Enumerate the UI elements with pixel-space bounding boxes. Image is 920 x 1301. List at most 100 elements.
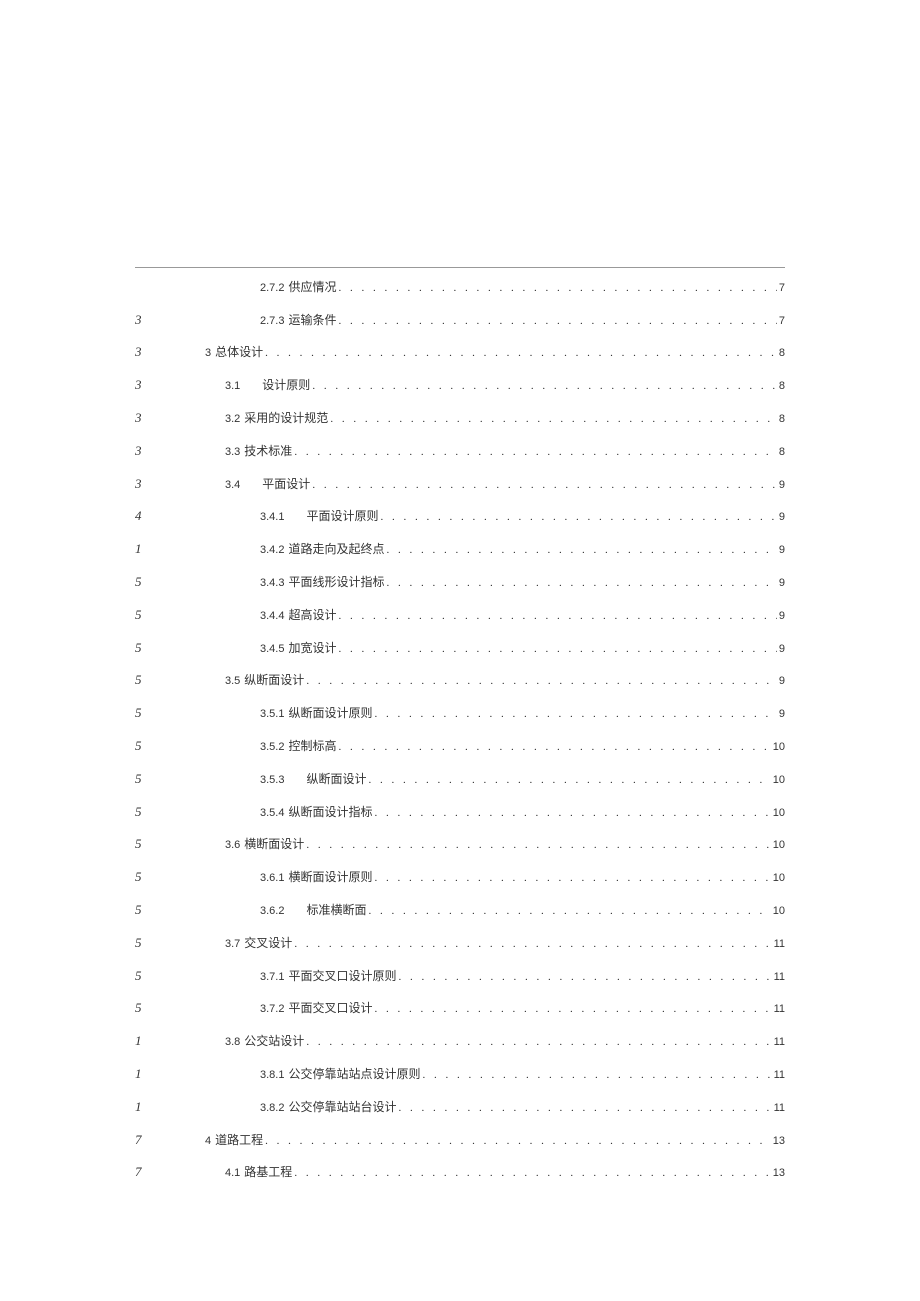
toc-section-title: 纵断面设计 <box>306 770 366 789</box>
toc-section-number: 3.4.2 <box>260 542 284 560</box>
toc-page-number: 8 <box>777 378 785 396</box>
toc-left-number: 1 <box>135 1031 185 1052</box>
toc-row: 53.5.4纵断面设计指标. . . . . . . . . . . . . .… <box>135 802 785 823</box>
toc-page-number: 11 <box>772 1034 785 1052</box>
toc-left-number: 1 <box>135 1097 185 1118</box>
toc-row: 53.5.1纵断面设计原则. . . . . . . . . . . . . .… <box>135 703 785 724</box>
toc-leader-dots: . . . . . . . . . . . . . . . . . . . . … <box>263 1133 771 1151</box>
toc-entry: 3总体设计. . . . . . . . . . . . . . . . . .… <box>185 343 785 363</box>
toc-left-number: 5 <box>135 638 185 659</box>
toc-page-number: 9 <box>777 706 785 724</box>
toc-section-title: 标准横断面 <box>306 901 366 920</box>
toc-left-number: 3 <box>135 408 185 429</box>
toc-section-title: 交叉设计 <box>244 934 292 953</box>
toc-page-number: 10 <box>771 739 785 757</box>
toc-leader-dots: . . . . . . . . . . . . . . . . . . . . … <box>292 444 777 462</box>
toc-left-number: 5 <box>135 670 185 691</box>
toc-section-number: 3 <box>205 345 211 363</box>
toc-entry: 4.1路基工程. . . . . . . . . . . . . . . . .… <box>185 1163 785 1183</box>
toc-section-title: 运输条件 <box>288 311 336 330</box>
toc-entry: 3.4.3平面线形设计指标. . . . . . . . . . . . . .… <box>185 573 785 593</box>
toc-leader-dots: . . . . . . . . . . . . . . . . . . . . … <box>420 1067 771 1085</box>
toc-page-number: 11 <box>772 969 785 987</box>
toc-entry: 3.5.3纵断面设计. . . . . . . . . . . . . . . … <box>185 770 785 790</box>
toc-page-number: 9 <box>777 673 785 691</box>
toc-row: 53.7交叉设计. . . . . . . . . . . . . . . . … <box>135 933 785 954</box>
toc-entry: 3.5纵断面设计. . . . . . . . . . . . . . . . … <box>185 671 785 691</box>
toc-row: 53.6.2标准横断面. . . . . . . . . . . . . . .… <box>135 900 785 921</box>
toc-section-title: 平面线形设计指标 <box>288 573 384 592</box>
toc-section-title: 公交停靠站站点设计原则 <box>288 1065 420 1084</box>
toc-row: 53.4.5加宽设计. . . . . . . . . . . . . . . … <box>135 638 785 659</box>
toc-section-title: 道路工程 <box>215 1131 263 1150</box>
toc-row: 32.7.3运输条件. . . . . . . . . . . . . . . … <box>135 310 785 331</box>
toc-left-number: 1 <box>135 1064 185 1085</box>
toc-row: 53.5.3纵断面设计. . . . . . . . . . . . . . .… <box>135 769 785 790</box>
toc-entry: 3.5.4纵断面设计指标. . . . . . . . . . . . . . … <box>185 803 785 823</box>
toc-page-number: 10 <box>771 903 785 921</box>
toc-row: 33.2采用的设计规范. . . . . . . . . . . . . . .… <box>135 408 785 429</box>
toc-section-number: 2.7.2 <box>260 280 284 298</box>
toc-left-number: 5 <box>135 572 185 593</box>
toc-entry: 3.7交叉设计. . . . . . . . . . . . . . . . .… <box>185 934 785 954</box>
toc-left-number: 5 <box>135 605 185 626</box>
toc-left-number: 1 <box>135 539 185 560</box>
toc-leader-dots: . . . . . . . . . . . . . . . . . . . . … <box>263 345 777 363</box>
toc-page-number: 11 <box>772 1100 785 1118</box>
toc-left-number: 5 <box>135 900 185 921</box>
toc-entry: 3.7.1平面交叉口设计原则. . . . . . . . . . . . . … <box>185 967 785 987</box>
toc-section-title: 采用的设计规范 <box>244 409 328 428</box>
toc-page-number: 9 <box>777 575 785 593</box>
toc-leader-dots: . . . . . . . . . . . . . . . . . . . . … <box>366 772 770 790</box>
toc-section-title: 横断面设计原则 <box>288 868 372 887</box>
toc-page-number: 10 <box>771 805 785 823</box>
toc-entry: 3.2采用的设计规范. . . . . . . . . . . . . . . … <box>185 409 785 429</box>
toc-row: 53.5纵断面设计. . . . . . . . . . . . . . . .… <box>135 670 785 691</box>
toc-entry: 3.6.1横断面设计原则. . . . . . . . . . . . . . … <box>185 868 785 888</box>
toc-left-number: 5 <box>135 703 185 724</box>
toc-section-title: 公交站设计 <box>244 1032 304 1051</box>
toc-section-number: 3.7.2 <box>260 1001 284 1019</box>
toc-section-title: 供应情况 <box>288 278 336 297</box>
toc-container: 2.7.2供应情况. . . . . . . . . . . . . . . .… <box>135 267 785 1195</box>
toc-page-number: 11 <box>772 1067 785 1085</box>
toc-leader-dots: . . . . . . . . . . . . . . . . . . . . … <box>336 313 776 331</box>
toc-section-number: 3.5.2 <box>260 739 284 757</box>
toc-section-number: 3.2 <box>225 411 240 429</box>
toc-entry: 3.4.4超高设计. . . . . . . . . . . . . . . .… <box>185 606 785 626</box>
toc-leader-dots: . . . . . . . . . . . . . . . . . . . . … <box>372 805 770 823</box>
toc-row: 33.1设计原则. . . . . . . . . . . . . . . . … <box>135 375 785 396</box>
toc-entry: 3.4.2道路走向及起终点. . . . . . . . . . . . . .… <box>185 540 785 560</box>
toc-left-number: 5 <box>135 769 185 790</box>
toc-page-number: 10 <box>771 772 785 790</box>
toc-leader-dots: . . . . . . . . . . . . . . . . . . . . … <box>372 1001 771 1019</box>
toc-leader-dots: . . . . . . . . . . . . . . . . . . . . … <box>372 706 776 724</box>
toc-section-title: 横断面设计 <box>244 835 304 854</box>
toc-section-title: 路基工程 <box>244 1163 292 1182</box>
toc-section-title: 纵断面设计原则 <box>288 704 372 723</box>
toc-section-number: 3.5.4 <box>260 805 284 823</box>
toc-page-number: 9 <box>777 608 785 626</box>
toc-section-title: 平面设计 <box>262 475 310 494</box>
toc-section-number: 3.1 <box>225 378 240 396</box>
toc-section-title: 纵断面设计 <box>244 671 304 690</box>
toc-section-number: 3.6.1 <box>260 870 284 888</box>
toc-row: 2.7.2供应情况. . . . . . . . . . . . . . . .… <box>135 278 785 298</box>
toc-section-number: 3.7.1 <box>260 969 284 987</box>
toc-section-title: 超高设计 <box>288 606 336 625</box>
toc-section-title: 总体设计 <box>215 343 263 362</box>
toc-row: 53.5.2控制标高. . . . . . . . . . . . . . . … <box>135 736 785 757</box>
toc-section-title: 平面交叉口设计原则 <box>288 967 396 986</box>
toc-left-number: 5 <box>135 933 185 954</box>
toc-leader-dots: . . . . . . . . . . . . . . . . . . . . … <box>310 378 777 396</box>
toc-left-number: 5 <box>135 736 185 757</box>
toc-section-number: 3.6 <box>225 837 240 855</box>
toc-page-number: 11 <box>772 1001 785 1019</box>
toc-page-number: 10 <box>771 837 785 855</box>
toc-left-number: 3 <box>135 310 185 331</box>
toc-leader-dots: . . . . . . . . . . . . . . . . . . . . … <box>292 936 771 954</box>
toc-left-number: 5 <box>135 966 185 987</box>
toc-section-title: 平面设计原则 <box>306 507 378 526</box>
toc-row: 74.1路基工程. . . . . . . . . . . . . . . . … <box>135 1162 785 1183</box>
toc-entry: 3.6.2标准横断面. . . . . . . . . . . . . . . … <box>185 901 785 921</box>
